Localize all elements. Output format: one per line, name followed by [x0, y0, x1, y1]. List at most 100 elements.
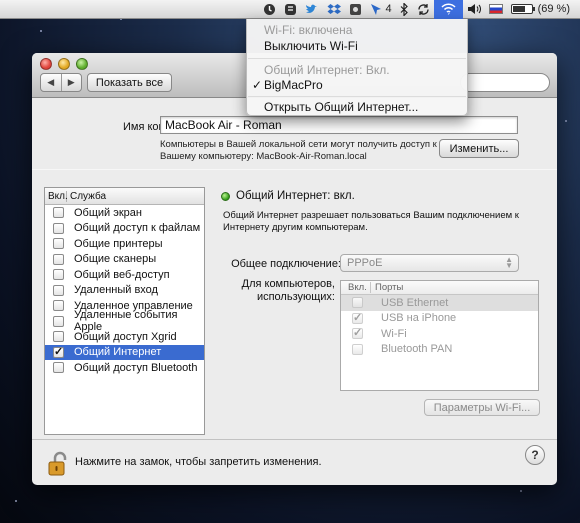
service-row[interactable]: Общий доступ Bluetooth	[45, 360, 204, 376]
wifi-params-button[interactable]: Параметры Wi-Fi...	[424, 399, 540, 416]
battery-text: (69 %)	[537, 3, 570, 15]
status-description: Общий Интернет разрешает пользоваться Ва…	[223, 210, 519, 233]
service-checkbox[interactable]	[53, 345, 64, 358]
star	[520, 490, 522, 492]
port-row: USB Ethernet	[341, 295, 538, 311]
navigation-arrows: ◀ ▶	[40, 73, 82, 92]
minimize-button[interactable]	[58, 58, 70, 70]
service-checkbox[interactable]	[53, 207, 64, 219]
computer-name-input[interactable]: MacBook Air - Roman	[160, 116, 518, 134]
dropbox-icon[interactable]	[323, 0, 345, 19]
evernote-icon[interactable]	[280, 0, 301, 19]
select-arrows-icon: ▲ ▼	[505, 255, 513, 270]
twitter-icon[interactable]	[301, 0, 323, 19]
share-connection-label: Общее подключение:	[231, 258, 341, 270]
ports-table: Вкл. Порты USB Ethernet USB на iPhone Wi-F…	[340, 280, 539, 391]
service-row[interactable]: Общий экран	[45, 205, 204, 221]
service-checkbox[interactable]	[53, 238, 64, 250]
change-button[interactable]: Изменить...	[439, 139, 519, 158]
divider	[32, 439, 557, 440]
service-label: Общий веб-доступ	[74, 268, 170, 281]
service-label: Общий экран	[74, 206, 142, 219]
service-label: Удаленный вход	[74, 284, 158, 297]
help-button[interactable]: ?	[525, 445, 545, 465]
badge-count: 4	[385, 3, 392, 15]
service-row[interactable]: Общие сканеры	[45, 252, 204, 268]
star	[15, 500, 17, 502]
menu-separator	[248, 96, 466, 97]
service-row[interactable]: Общий Интернет	[45, 344, 204, 360]
ports-header-on: Вкл.	[341, 282, 371, 293]
cursor-icon[interactable]: 4	[366, 0, 395, 19]
open-sharing-item[interactable]: Открыть Общий Интернет...	[247, 98, 467, 115]
port-checkbox	[352, 343, 363, 355]
service-checkbox[interactable]	[53, 315, 64, 327]
show-all-button[interactable]: Показать все	[87, 73, 172, 92]
lock-text: Нажмите на замок, чтобы запретить измене…	[75, 456, 322, 468]
port-row: Bluetooth PAN	[341, 342, 538, 358]
port-row: USB на iPhone	[341, 311, 538, 327]
services-table: Вкл. Служба Общий экран Общий доступ к фа…	[44, 187, 205, 435]
wifi-toggle-item[interactable]: Выключить Wi-Fi	[247, 37, 467, 54]
sharing-preferences-window: ◀ ▶ Показать все Имя компьютера: MacBook…	[32, 53, 557, 485]
port-label: USB на iPhone	[381, 312, 457, 325]
flag-icon[interactable]	[485, 0, 507, 19]
network-item[interactable]: ✓ BigMacPro	[247, 76, 467, 93]
service-label: Общий доступ Bluetooth	[74, 361, 198, 374]
close-button[interactable]	[40, 58, 52, 70]
wifi-status: Wi-Fi: включена	[264, 22, 353, 37]
status-title: Общий Интернет: вкл.	[236, 190, 355, 202]
checkmark-icon: ✓	[252, 77, 263, 92]
star	[565, 120, 567, 122]
menu-bar: 4 (69 %)	[0, 0, 580, 19]
wifi-icon[interactable]	[433, 0, 463, 19]
for-computers-label: Для компьютеров, использующих:	[241, 278, 335, 303]
share-connection-select[interactable]: PPPoE ▲ ▼	[340, 254, 519, 272]
service-checkbox[interactable]	[53, 222, 64, 234]
service-row[interactable]: Удаленные события Apple	[45, 309, 204, 333]
lock-icon[interactable]	[48, 451, 70, 480]
service-label: Общие сканеры	[74, 253, 157, 266]
service-label: Общий доступ к файлам	[74, 222, 201, 235]
share-connection-value: PPPoE	[347, 257, 383, 269]
zoom-button[interactable]	[76, 58, 88, 70]
service-label: Общий доступ Xgrid	[74, 330, 177, 343]
bluetooth-icon[interactable]	[396, 0, 413, 19]
service-checkbox[interactable]	[53, 284, 64, 296]
star	[40, 30, 42, 32]
service-row[interactable]: Удаленный вход	[45, 283, 204, 299]
service-label: Общие принтеры	[74, 237, 163, 250]
service-checkbox[interactable]	[53, 362, 64, 374]
port-row: Wi-Fi	[341, 326, 538, 342]
backup-icon[interactable]	[259, 0, 280, 19]
battery-icon[interactable]: (69 %)	[507, 0, 574, 19]
ports-header-ports: Порты	[375, 282, 404, 293]
service-label: Удаленные события Apple	[74, 309, 178, 334]
service-checkbox[interactable]	[53, 269, 64, 281]
port-checkbox	[352, 326, 363, 340]
service-row[interactable]: Общий доступ к файлам	[45, 221, 204, 237]
forward-button[interactable]: ▶	[62, 74, 82, 91]
wifi-menu: Wi-Fi: включена Выключить Wi-Fi Общий Ин…	[246, 19, 468, 116]
port-label: Bluetooth PAN	[381, 343, 453, 356]
service-checkbox[interactable]	[53, 331, 64, 343]
header-on[interactable]: Вкл.	[45, 190, 68, 202]
service-row[interactable]: Общие принтеры	[45, 236, 204, 252]
service-row[interactable]: Общий веб-доступ	[45, 267, 204, 283]
service-checkbox[interactable]	[53, 253, 64, 265]
sync-icon[interactable]	[413, 0, 434, 19]
back-button[interactable]: ◀	[41, 74, 62, 91]
volume-icon[interactable]	[463, 0, 485, 19]
service-label: Общий Интернет	[74, 346, 162, 359]
settings-icon[interactable]	[345, 0, 366, 19]
computer-name-note: Компьютеры в Вашей локальной сети могут …	[160, 139, 437, 162]
search-input[interactable]	[460, 73, 550, 92]
services-header: Вкл. Служба	[45, 188, 204, 205]
divider	[32, 169, 557, 170]
service-checkbox[interactable]	[53, 300, 64, 312]
header-service[interactable]: Служба	[67, 191, 106, 202]
status-indicator	[221, 192, 230, 201]
menu-separator	[248, 58, 466, 59]
port-label: USB Ethernet	[381, 296, 449, 309]
port-checkbox	[352, 297, 363, 309]
